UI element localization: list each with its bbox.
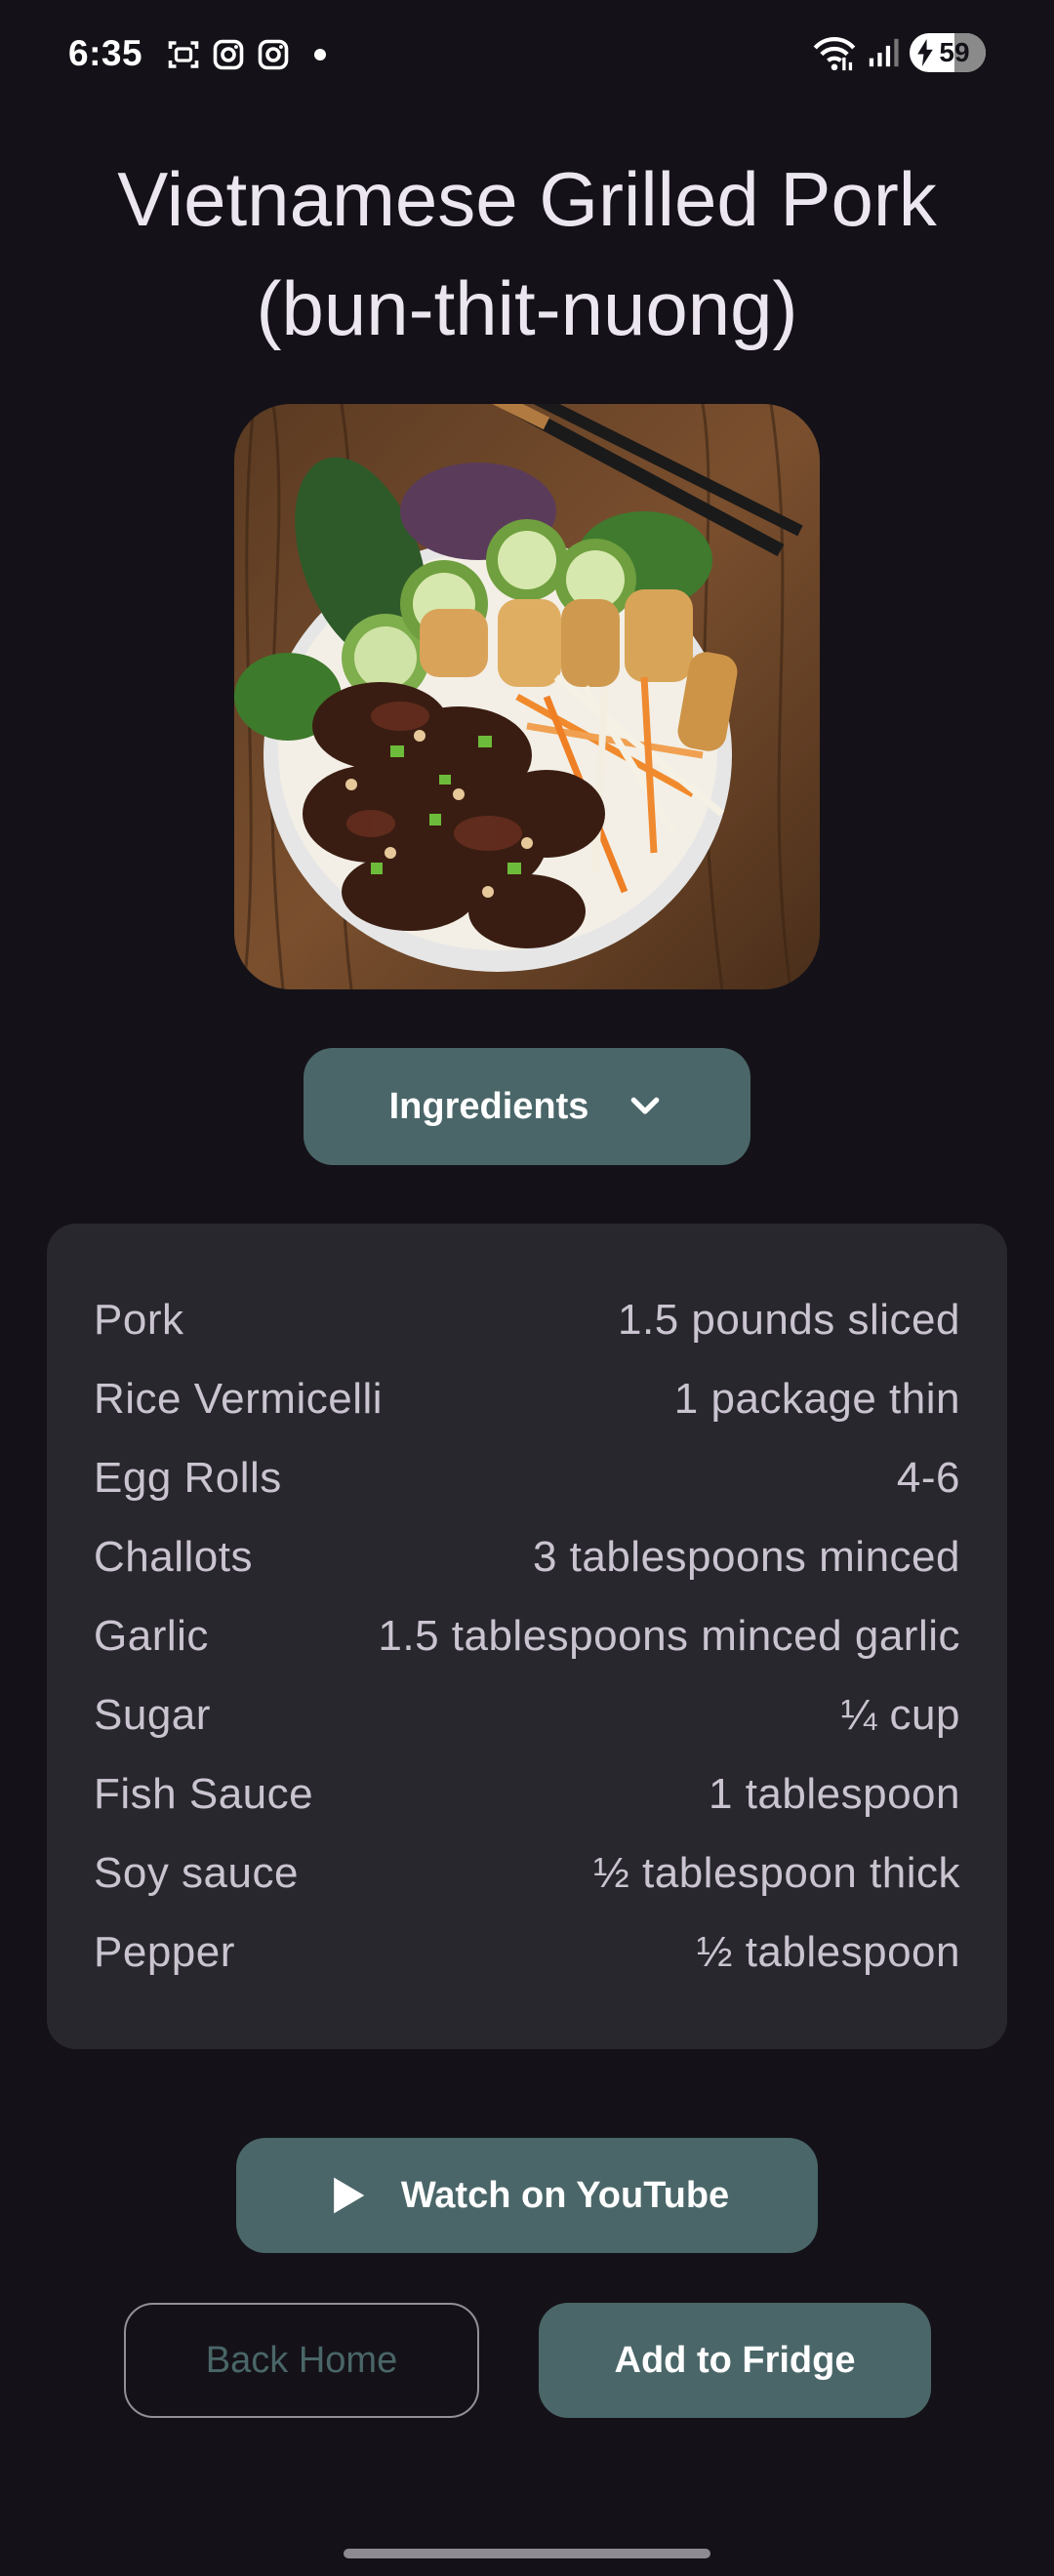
ingredients-card: Pork 1.5 pounds sliced Rice Vermicelli 1… — [47, 1224, 1007, 2049]
ingredient-row: Soy sauce ½ tablespoon thick — [94, 1833, 960, 1912]
ingredient-row: Rice Vermicelli 1 package thin — [94, 1359, 960, 1438]
ingredient-row: Fish Sauce 1 tablespoon — [94, 1754, 960, 1833]
ingredient-name: Pork — [94, 1295, 184, 1344]
ingredient-row: Egg Rolls 4-6 — [94, 1438, 960, 1517]
ingredient-quantity: ½ tablespoon thick — [593, 1848, 960, 1897]
ingredient-name: Fish Sauce — [94, 1769, 314, 1818]
watch-youtube-label: Watch on YouTube — [400, 2174, 730, 2216]
add-to-fridge-label: Add to Fridge — [614, 2339, 856, 2381]
recipe-title: Vietnamese Grilled Pork (bun-thit-nuong) — [39, 144, 1015, 363]
recipe-title-line2: (bun-thit-nuong) — [256, 265, 798, 351]
ingredient-quantity: 1.5 tablespoons minced garlic — [378, 1611, 960, 1660]
ingredient-quantity: ¼ cup — [840, 1690, 960, 1739]
home-indicator[interactable] — [344, 2549, 710, 2558]
recipe-photo-illustration — [234, 404, 820, 989]
screenshot-icon — [168, 41, 199, 68]
ingredient-quantity: 1.5 pounds sliced — [618, 1295, 960, 1344]
ingredient-name: Rice Vermicelli — [94, 1374, 384, 1423]
ingredient-row: Pepper ½ tablespoon — [94, 1912, 960, 1992]
instagram-icon — [213, 39, 244, 70]
ingredient-name: Pepper — [94, 1927, 235, 1976]
ingredient-row: Garlic 1.5 tablespoons minced garlic — [94, 1596, 960, 1675]
wifi-icon — [813, 37, 856, 71]
recipe-photo — [234, 404, 820, 989]
ingredient-quantity: 3 tablespoons minced — [532, 1532, 960, 1581]
ingredient-name: Challots — [94, 1532, 253, 1581]
recipe-title-line1: Vietnamese Grilled Pork — [117, 156, 937, 242]
ingredient-quantity: 1 tablespoon — [709, 1769, 960, 1818]
instagram-icon — [258, 39, 289, 70]
ingredient-name: Garlic — [94, 1611, 209, 1660]
recipe-detail-screen: 6:35 59 Vietnamese Grilled Pork (bun-thi… — [0, 0, 1054, 2576]
play-icon — [333, 2177, 365, 2214]
ingredient-row: Sugar ¼ cup — [94, 1675, 960, 1754]
ingredient-quantity: 4-6 — [896, 1453, 960, 1502]
ingredient-quantity: ½ tablespoon — [696, 1927, 960, 1976]
back-home-label: Back Home — [205, 2339, 398, 2381]
battery-level: 59 — [939, 37, 970, 67]
ingredient-quantity: 1 package thin — [673, 1374, 960, 1423]
ingredient-row: Pork 1.5 pounds sliced — [94, 1280, 960, 1359]
watch-youtube-button[interactable]: Watch on YouTube — [236, 2138, 818, 2253]
status-bar: 6:35 59 — [0, 0, 1054, 107]
ingredients-toggle-label: Ingredients — [388, 1085, 589, 1127]
ingredient-name: Soy sauce — [94, 1848, 299, 1897]
add-to-fridge-button[interactable]: Add to Fridge — [539, 2303, 931, 2418]
signal-icon — [869, 38, 899, 67]
battery-icon: 59 — [910, 33, 986, 72]
back-home-button[interactable]: Back Home — [124, 2303, 479, 2418]
notification-dot — [314, 49, 326, 60]
ingredient-row: Challots 3 tablespoons minced — [94, 1517, 960, 1596]
chevron-down-icon — [631, 1097, 660, 1114]
status-icons-left — [166, 37, 326, 72]
status-time: 6:35 — [68, 33, 143, 73]
status-icons-right: 59 — [812, 33, 986, 72]
ingredient-name: Egg Rolls — [94, 1453, 282, 1502]
ingredients-toggle-button[interactable]: Ingredients — [304, 1048, 750, 1165]
ingredient-name: Sugar — [94, 1690, 211, 1739]
